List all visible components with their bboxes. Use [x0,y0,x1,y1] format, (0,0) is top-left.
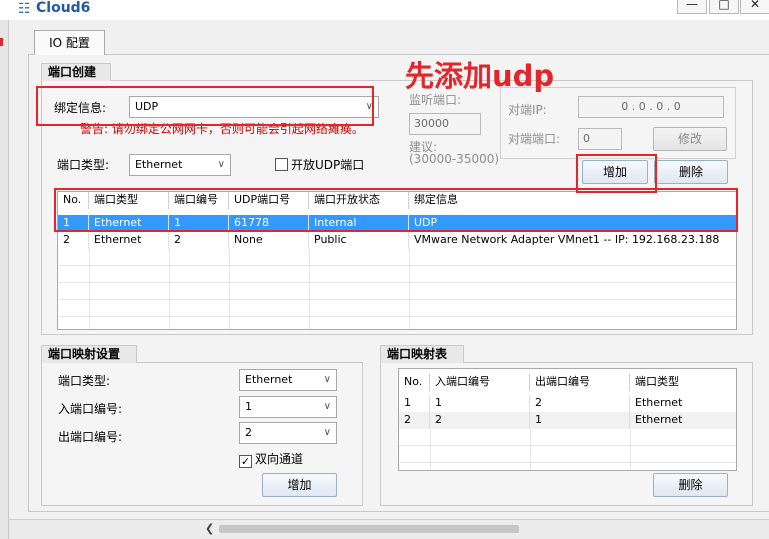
chevron-down-icon: ∨ [323,401,331,412]
port-mapping-title: 端口映射设置 [41,345,137,363]
col-divider [89,249,90,329]
port-type-value: Ethernet [135,158,183,171]
map-port-type-label: 端口类型: [58,374,111,388]
peer-port-label: 对端端口: [508,132,561,146]
bidirectional-checkbox[interactable]: ✓ 双向通道 [239,451,303,468]
col-header-out-port: 出端口编号 [530,374,630,391]
in-port-value: 1 [245,400,252,413]
open-udp-checkbox[interactable]: 开放UDP端口 [275,157,364,173]
cell-open-state: Public [309,232,409,249]
cell-udp-port: None [229,232,309,249]
col-header-port-type: 端口类型 [635,375,679,388]
map-port-type-select[interactable]: Ethernet ∨ [239,369,337,391]
cell-no: 1 [399,395,430,412]
cell-out-port: 2 [530,395,630,412]
empty-rows [399,429,736,470]
peer-ip-label: 对端IP: [508,103,547,117]
annotation-text: 先添加udp [405,59,555,93]
delete-port-button[interactable]: 删除 [654,160,728,184]
minimize-button[interactable]: — [677,0,707,14]
scroll-left-icon[interactable]: ❮ [205,522,214,535]
chevron-down-icon: ∨ [323,427,331,438]
edge-marker [0,38,3,46]
col-divider [169,249,170,329]
col-divider [309,249,310,329]
empty-rows [58,249,736,329]
annotation-box-table-row [54,188,738,232]
left-edge [0,20,9,539]
cell-port-type: Ethernet [635,413,683,426]
cloud-app-icon: ☷ [18,1,31,17]
cell-port-number: 2 [169,232,229,249]
col-divider [229,249,230,329]
col-divider [630,429,631,470]
col-header-no: No. [399,374,430,391]
open-udp-label: 开放UDP端口 [291,158,365,172]
horizontal-scrollbar[interactable]: ❮ [9,519,769,539]
modify-button[interactable]: 修改 [653,127,727,151]
port-create-title: 端口创建 [41,63,111,81]
window-title: Cloud6 [36,0,91,16]
delete-mapping-button[interactable]: 删除 [653,473,728,497]
tab-io-config[interactable]: IO 配置 [34,30,105,55]
chevron-down-icon: ∨ [323,374,331,385]
cell-port-type: Ethernet [89,232,169,249]
annotation-box-bind-info [36,86,374,126]
col-divider [530,429,531,470]
table-row[interactable]: 2 Ethernet 2 None Public VMware Network … [58,232,736,249]
port-type-label: 端口类型: [57,158,110,172]
col-header-in-port: 入端口编号 [430,374,530,391]
mapping-table-header: No. 入端口编号 出端口编号 端口类型 [399,374,736,391]
suggest-range: (30000-35000) [409,152,500,166]
map-port-type-value: Ethernet [245,373,293,386]
cell-out-port: 1 [530,412,630,429]
listen-port-input[interactable]: 30000 [409,113,481,135]
col-divider [430,429,431,470]
in-port-label: 入端口编号: [58,402,123,416]
checkbox-checked-icon: ✓ [239,455,252,468]
mapping-table: No. 入端口编号 出端口编号 端口类型 1 1 2 Ethernet 2 2 … [398,368,737,471]
cell-in-port: 1 [430,395,530,412]
cell-in-port: 2 [430,412,530,429]
peer-port-input[interactable]: 0 [578,128,622,150]
cell-binding: VMware Network Adapter VMnet1 -- IP: 192… [414,233,720,246]
cell-port-type: Ethernet [635,396,683,409]
maximize-button[interactable]: □ [709,0,739,14]
table-row[interactable]: 2 2 1 Ethernet [399,412,736,429]
out-port-label: 出端口编号: [58,430,123,444]
out-port-select[interactable]: 2 ∨ [239,422,337,444]
col-divider [409,249,410,329]
close-button[interactable]: ✕ [740,0,769,14]
table-row[interactable]: 1 1 2 Ethernet [399,395,736,412]
bidirectional-label: 双向通道 [255,452,304,466]
mapping-table-title: 端口映射表 [380,345,464,363]
out-port-value: 2 [245,426,252,439]
cell-no: 2 [399,412,430,429]
add-mapping-button[interactable]: 增加 [262,473,337,497]
chevron-down-icon: ∨ [217,159,225,170]
peer-ip-input[interactable]: 0 . 0 . 0 . 0 [578,96,724,118]
port-type-select[interactable]: Ethernet ∨ [129,154,231,176]
title-bar [0,0,769,20]
in-port-select[interactable]: 1 ∨ [239,396,337,418]
checkbox-unchecked-icon [275,158,288,171]
scrollbar-thumb[interactable] [219,525,519,533]
cell-no: 2 [58,232,89,249]
